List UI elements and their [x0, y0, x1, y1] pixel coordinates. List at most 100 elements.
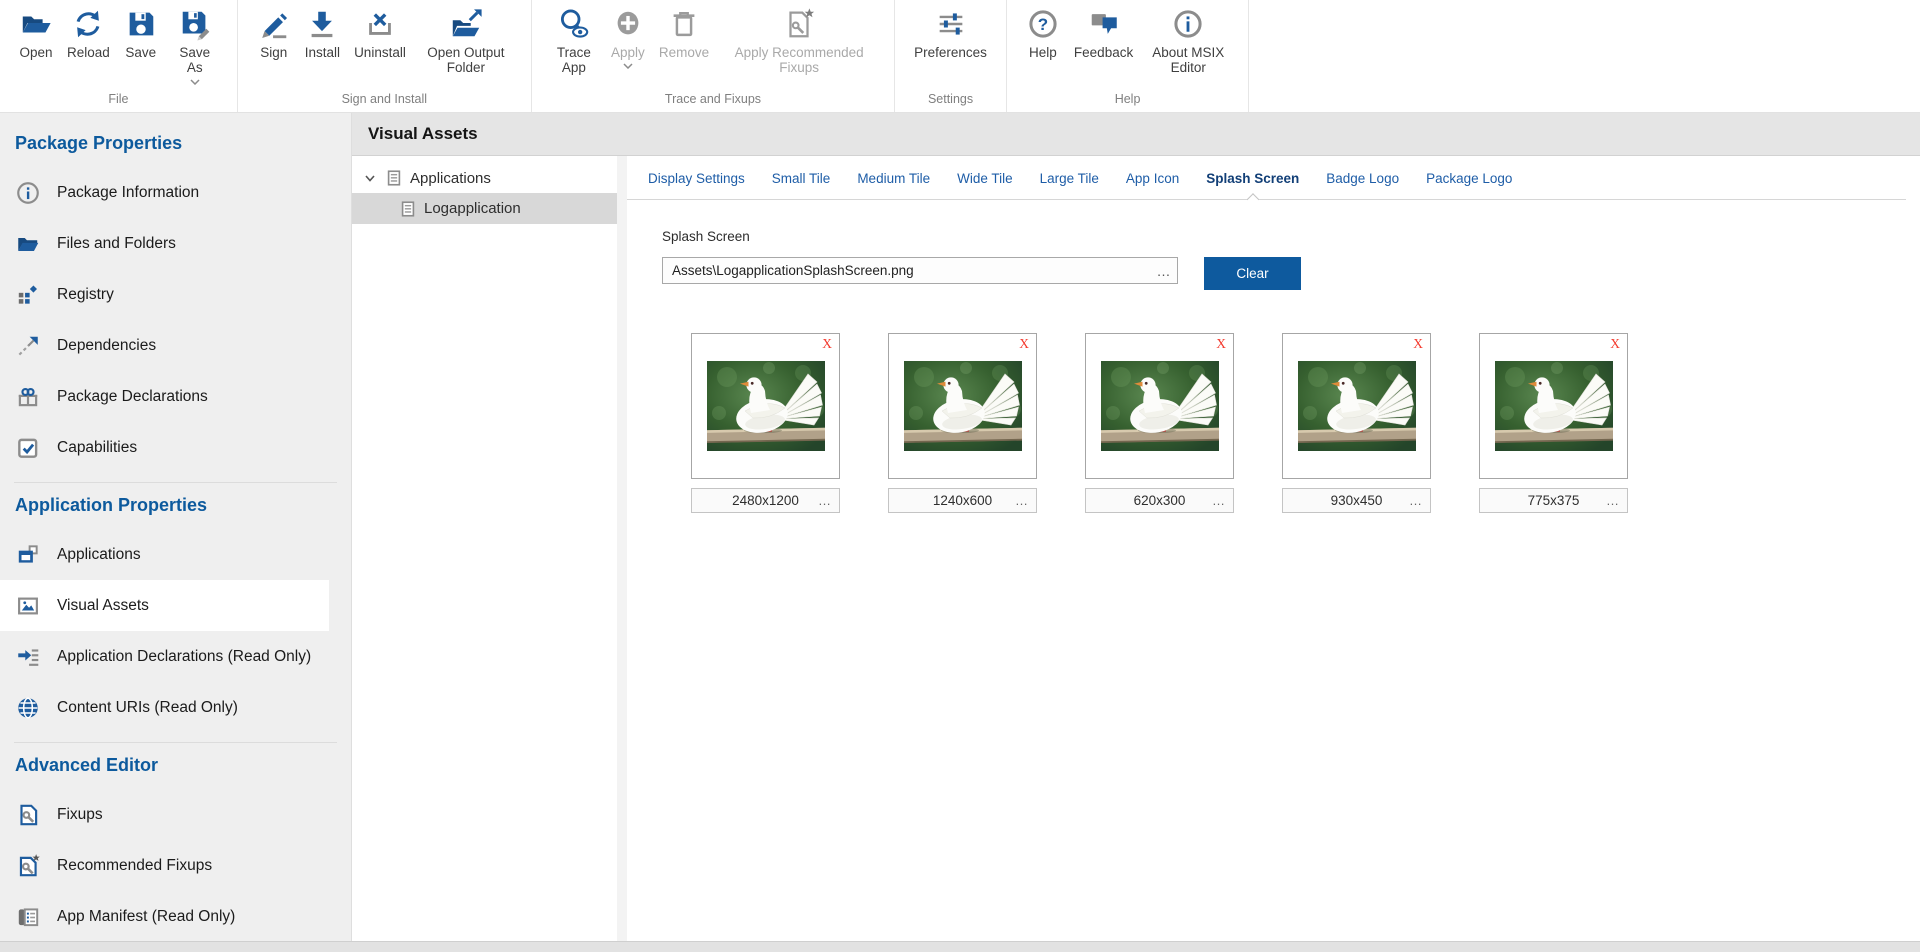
apply-recommended-fixups-button[interactable]: Apply Recommended Fixups: [716, 5, 882, 78]
sidebar-item-content-uris[interactable]: Content URIs (Read Only): [0, 682, 329, 733]
tree-item-label: Applications: [410, 170, 491, 187]
splash-screen-label: Splash Screen: [662, 229, 1920, 244]
sidebar-item-applications[interactable]: Applications: [0, 529, 329, 580]
apply-plus-icon: [611, 7, 645, 41]
more-options-icon[interactable]: …: [818, 493, 832, 508]
visual-assets-icon: [15, 593, 41, 619]
more-options-icon[interactable]: …: [1606, 493, 1620, 508]
uninstall-button-label: Uninstall: [354, 45, 406, 60]
remove-asset-button[interactable]: X: [1019, 336, 1029, 352]
more-options-icon[interactable]: …: [1015, 493, 1029, 508]
splash-path-input-wrap: …: [662, 257, 1178, 284]
tab-display-settings[interactable]: Display Settings: [648, 171, 745, 186]
ribbon-group-help: Help Feedback About MSIX Editor Help: [1007, 0, 1249, 112]
splash-preview-card[interactable]: X: [1479, 333, 1628, 479]
tab-large-tile[interactable]: Large Tile: [1040, 171, 1099, 186]
sidebar-item-capabilities[interactable]: Capabilities: [0, 422, 329, 473]
pane-splitter[interactable]: [617, 156, 627, 941]
splash-preview-card[interactable]: X: [691, 333, 840, 479]
uninstall-button[interactable]: Uninstall: [347, 5, 413, 62]
more-options-icon[interactable]: …: [1212, 493, 1226, 508]
remove-asset-button[interactable]: X: [822, 336, 832, 352]
capabilities-icon: [15, 435, 41, 461]
sidebar-item-registry[interactable]: Registry: [0, 269, 329, 320]
sidebar-heading-advanced-editor: Advanced Editor: [0, 743, 351, 789]
open-button[interactable]: Open: [12, 5, 60, 62]
about-msix-editor-button[interactable]: About MSIX Editor: [1140, 5, 1236, 78]
clear-button[interactable]: Clear: [1204, 257, 1301, 290]
size-label: 930x450: [1331, 493, 1383, 508]
sidebar-item-visual-assets[interactable]: Visual Assets: [0, 580, 329, 631]
tab-splash-screen[interactable]: Splash Screen: [1206, 171, 1299, 186]
remove-button[interactable]: Remove: [652, 5, 716, 62]
splash-preview-card[interactable]: X: [888, 333, 1037, 479]
sidebar-item-files-and-folders[interactable]: Files and Folders: [0, 218, 329, 269]
horizontal-scrollbar[interactable]: [0, 941, 1920, 952]
splash-path-input[interactable]: [662, 257, 1178, 284]
sign-button[interactable]: Sign: [250, 5, 298, 62]
feedback-button[interactable]: Feedback: [1067, 5, 1140, 62]
dove-splash-image: [904, 361, 1022, 451]
more-options-icon[interactable]: …: [1409, 493, 1423, 508]
splash-preview-1240x600: X 1240x600 …: [888, 333, 1037, 513]
sidebar-item-dependencies[interactable]: Dependencies: [0, 320, 329, 371]
save-as-button[interactable]: Save As: [165, 5, 225, 87]
remove-asset-button[interactable]: X: [1610, 336, 1620, 352]
save-icon: [124, 7, 158, 41]
open-output-folder-button[interactable]: Open Output Folder: [413, 5, 519, 78]
remove-asset-button[interactable]: X: [1216, 336, 1226, 352]
tree-item-logapplication[interactable]: Logapplication: [352, 193, 617, 224]
open-button-label: Open: [19, 45, 52, 60]
apply-button[interactable]: Apply: [604, 5, 652, 71]
ribbon-group-caption-settings: Settings: [895, 88, 1006, 112]
uninstall-icon: [363, 7, 397, 41]
chevron-down-icon[interactable]: [362, 170, 378, 186]
install-button[interactable]: Install: [298, 5, 347, 62]
size-label: 775x375: [1528, 493, 1580, 508]
trace-app-button[interactable]: Trace App: [544, 5, 604, 78]
apply-recommended-fixups-label: Apply Recommended Fixups: [723, 45, 875, 76]
registry-icon: [15, 282, 41, 308]
tab-small-tile[interactable]: Small Tile: [772, 171, 831, 186]
size-button[interactable]: 2480x1200 …: [691, 488, 840, 513]
sidebar-item-application-declarations[interactable]: Application Declarations (Read Only): [0, 631, 329, 682]
reload-button[interactable]: Reload: [60, 5, 117, 62]
save-button[interactable]: Save: [117, 5, 165, 62]
applications-tree: Applications Logapplication: [352, 156, 617, 941]
tab-app-icon[interactable]: App Icon: [1126, 171, 1179, 186]
trace-app-button-label: Trace App: [551, 45, 597, 76]
splash-preview-card[interactable]: X: [1085, 333, 1234, 479]
sidebar-item-app-manifest[interactable]: App Manifest (Read Only): [0, 891, 329, 941]
size-button[interactable]: 930x450 …: [1282, 488, 1431, 513]
size-button[interactable]: 775x375 …: [1479, 488, 1628, 513]
open-output-folder-icon: [449, 7, 483, 41]
size-label: 2480x1200: [732, 493, 799, 508]
remove-asset-button[interactable]: X: [1413, 336, 1423, 352]
dove-splash-image: [1495, 361, 1613, 451]
sidebar-item-package-information[interactable]: Package Information: [0, 167, 329, 218]
chevron-down-icon: [190, 79, 200, 85]
sidebar-item-recommended-fixups[interactable]: Recommended Fixups: [0, 840, 329, 891]
msix-editor-window: Open Reload Save Save As File: [0, 0, 1920, 952]
preferences-button[interactable]: Preferences: [907, 5, 994, 62]
tree-item-applications[interactable]: Applications: [352, 163, 617, 193]
splash-preview-620x300: X 620x300 …: [1085, 333, 1234, 513]
size-button[interactable]: 620x300 …: [1085, 488, 1234, 513]
page-title: Visual Assets: [368, 124, 478, 144]
sidebar-item-fixups[interactable]: Fixups: [0, 789, 329, 840]
sign-button-label: Sign: [260, 45, 287, 60]
splash-screen-section: Splash Screen … Clear: [627, 200, 1920, 513]
tab-package-logo[interactable]: Package Logo: [1426, 171, 1512, 186]
browse-button[interactable]: …: [1154, 257, 1174, 284]
splash-preview-card[interactable]: X: [1282, 333, 1431, 479]
remove-trash-icon: [667, 7, 701, 41]
help-button[interactable]: Help: [1019, 5, 1067, 62]
size-button[interactable]: 1240x600 …: [888, 488, 1037, 513]
tab-badge-logo[interactable]: Badge Logo: [1326, 171, 1399, 186]
tab-wide-tile[interactable]: Wide Tile: [957, 171, 1013, 186]
ribbon-group-file: Open Reload Save Save As File: [0, 0, 238, 112]
tab-medium-tile[interactable]: Medium Tile: [857, 171, 930, 186]
sidebar-item-package-declarations[interactable]: Package Declarations: [0, 371, 329, 422]
open-folder-icon: [19, 7, 53, 41]
splash-preview-775x375: X 775x375 …: [1479, 333, 1628, 513]
